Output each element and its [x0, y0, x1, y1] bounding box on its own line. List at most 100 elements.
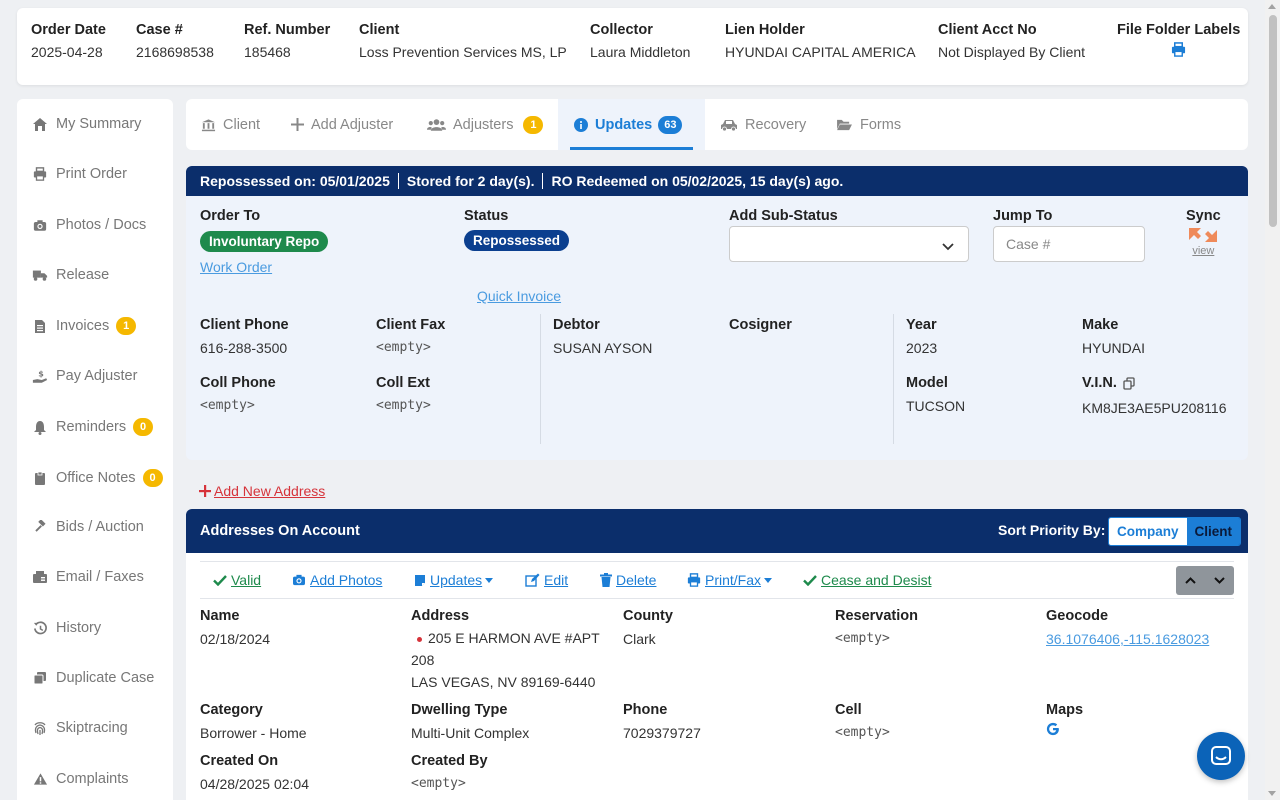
scroll-down-arrow[interactable]: [1268, 791, 1276, 796]
created-by-field: Created By <empty>: [411, 753, 488, 791]
copy-icon: [32, 670, 48, 686]
tab-forms[interactable]: Forms: [836, 99, 901, 150]
sidebar-item-office-notes[interactable]: Office Notes 0: [32, 469, 163, 487]
tab-updates[interactable]: Updates 63: [558, 99, 705, 150]
cease-and-desist-button[interactable]: Cease and Desist: [803, 572, 932, 588]
sub-status-select[interactable]: [729, 226, 969, 262]
car-icon: [720, 118, 738, 132]
hand-dollar-icon: $: [32, 368, 48, 384]
tab-client[interactable]: Client: [201, 99, 260, 150]
edit-button[interactable]: Edit: [525, 572, 568, 588]
sort-company-button[interactable]: Company: [1109, 518, 1187, 545]
sidebar-item-history[interactable]: History: [32, 620, 101, 636]
ref-number-field: Ref. Number 185468: [244, 22, 331, 60]
address-name-field: Name 02/18/2024: [200, 608, 271, 647]
bank-icon: [201, 118, 216, 132]
add-photos-button[interactable]: Add Photos: [292, 572, 382, 588]
divider: [540, 314, 541, 444]
sidebar-item-duplicate-case[interactable]: Duplicate Case: [32, 670, 154, 686]
sidebar-item-skiptracing[interactable]: Skiptracing: [32, 720, 128, 736]
sidebar-item-my-summary[interactable]: My Summary: [32, 116, 141, 132]
file-folder-labels: File Folder Labels: [1117, 22, 1240, 60]
check-icon: [803, 574, 817, 586]
order-date-field: Order Date 2025-04-28: [31, 22, 106, 60]
addresses-panel: Addresses On Account Sort Priority By: C…: [186, 509, 1248, 800]
sidebar-item-complaints[interactable]: Complaints: [32, 771, 129, 787]
repo-status-panel: Repossessed on: 05/01/2025 Stored for 2 …: [186, 166, 1248, 460]
work-order-link[interactable]: Work Order: [200, 259, 272, 275]
tab-adjusters[interactable]: Adjusters 1: [427, 99, 544, 150]
maps-field: Maps: [1046, 702, 1083, 739]
created-on-field: Created On 04/28/2025 02:04: [200, 753, 309, 792]
sidebar-item-release[interactable]: Release: [32, 267, 109, 283]
plus-icon: [291, 118, 304, 131]
move-up-button[interactable]: [1176, 566, 1205, 595]
cell-field: Cell <empty>: [835, 702, 890, 740]
sort-client-button[interactable]: Client: [1186, 518, 1241, 545]
warning-icon: [32, 771, 48, 787]
jump-to-case-input[interactable]: Case #: [993, 226, 1145, 262]
tab-add-adjuster[interactable]: Add Adjuster: [291, 99, 393, 150]
geocode-link[interactable]: 36.1076406,-115.1628023: [1046, 631, 1209, 647]
valid-button[interactable]: Valid: [213, 572, 261, 588]
address-status-dot: [417, 636, 422, 642]
caret-down-icon: [764, 577, 773, 583]
sidebar: My Summary Print Order Photos / Docs Rel…: [17, 99, 173, 800]
coll-ext-field: Coll Ext <empty>: [376, 375, 431, 413]
case-number-field: Case # 2168698538: [136, 22, 214, 60]
adjusters-count-badge: 1: [523, 115, 544, 134]
office-notes-count-badge: 0: [142, 469, 163, 487]
status-field: Status Repossessed: [464, 208, 570, 251]
sidebar-item-reminders[interactable]: Reminders 0: [32, 418, 154, 436]
divider: [397, 173, 399, 189]
category-field: Category Borrower - Home: [200, 702, 307, 741]
page-scrollbar[interactable]: [1265, 0, 1280, 800]
print-fax-dropdown[interactable]: Print/Fax: [687, 572, 773, 588]
sync-arrows-icon[interactable]: [1186, 226, 1221, 247]
tab-recovery[interactable]: Recovery: [720, 99, 806, 150]
case-tabs: Client Add Adjuster Adjusters 1 Updates …: [186, 99, 1248, 150]
trash-icon: [600, 573, 612, 587]
move-down-button[interactable]: [1205, 566, 1234, 595]
fax-icon: [32, 569, 48, 585]
sidebar-item-invoices[interactable]: Invoices 1: [32, 317, 137, 335]
delete-button[interactable]: Delete: [600, 572, 656, 588]
sidebar-item-email-faxes[interactable]: Email / Faxes: [32, 569, 144, 585]
quick-invoice-link[interactable]: Quick Invoice: [477, 288, 561, 304]
add-new-address-link[interactable]: Add New Address: [199, 483, 325, 499]
add-sub-status-field: Add Sub-Status: [729, 208, 838, 224]
status-pill: Repossessed: [464, 230, 570, 251]
copy-icon[interactable]: [1123, 376, 1135, 390]
gavel-icon: [32, 519, 48, 535]
dwelling-type-field: Dwelling Type Multi-Unit Complex: [411, 702, 530, 741]
sidebar-item-pay-adjuster[interactable]: $ Pay Adjuster: [32, 368, 137, 384]
debtor-field: Debtor SUSAN AYSON: [553, 317, 653, 356]
google-icon[interactable]: [1046, 722, 1083, 739]
phone-field: Phone 7029379727: [623, 702, 701, 741]
invoice-icon: [32, 318, 48, 334]
chevron-down-icon: [1214, 577, 1225, 584]
camera-icon: [292, 574, 306, 586]
quick-invoice-link-wrap: Quick Invoice: [477, 288, 561, 304]
clipboard-icon: [32, 470, 48, 486]
updates-count-badge: 63: [658, 115, 683, 134]
county-field: County Clark: [623, 608, 673, 647]
cosigner-field: Cosigner: [729, 317, 792, 333]
home-icon: [32, 116, 48, 132]
sidebar-item-print-order[interactable]: Print Order: [32, 166, 127, 182]
scroll-up-arrow[interactable]: [1268, 4, 1276, 9]
fingerprint-icon: [32, 720, 48, 736]
lien-holder-field: Lien Holder HYUNDAI CAPITAL AMERICA: [725, 22, 916, 60]
sidebar-item-photos-docs[interactable]: Photos / Docs: [32, 217, 146, 233]
model-field: Model TUCSON: [906, 375, 966, 414]
reorder-address-buttons: [1176, 566, 1234, 595]
chat-icon: [1210, 745, 1232, 767]
sidebar-item-bids-auction[interactable]: Bids / Auction: [32, 519, 144, 535]
chat-launcher-button[interactable]: [1197, 732, 1245, 780]
print-icon[interactable]: [1117, 42, 1240, 60]
vin-field: V.I.N. KM8JE3AE5PU208116: [1082, 375, 1227, 416]
scrollbar-thumb[interactable]: [1269, 15, 1277, 227]
note-icon: [414, 574, 426, 587]
updates-dropdown[interactable]: Updates: [414, 572, 494, 588]
folder-open-icon: [836, 118, 853, 131]
